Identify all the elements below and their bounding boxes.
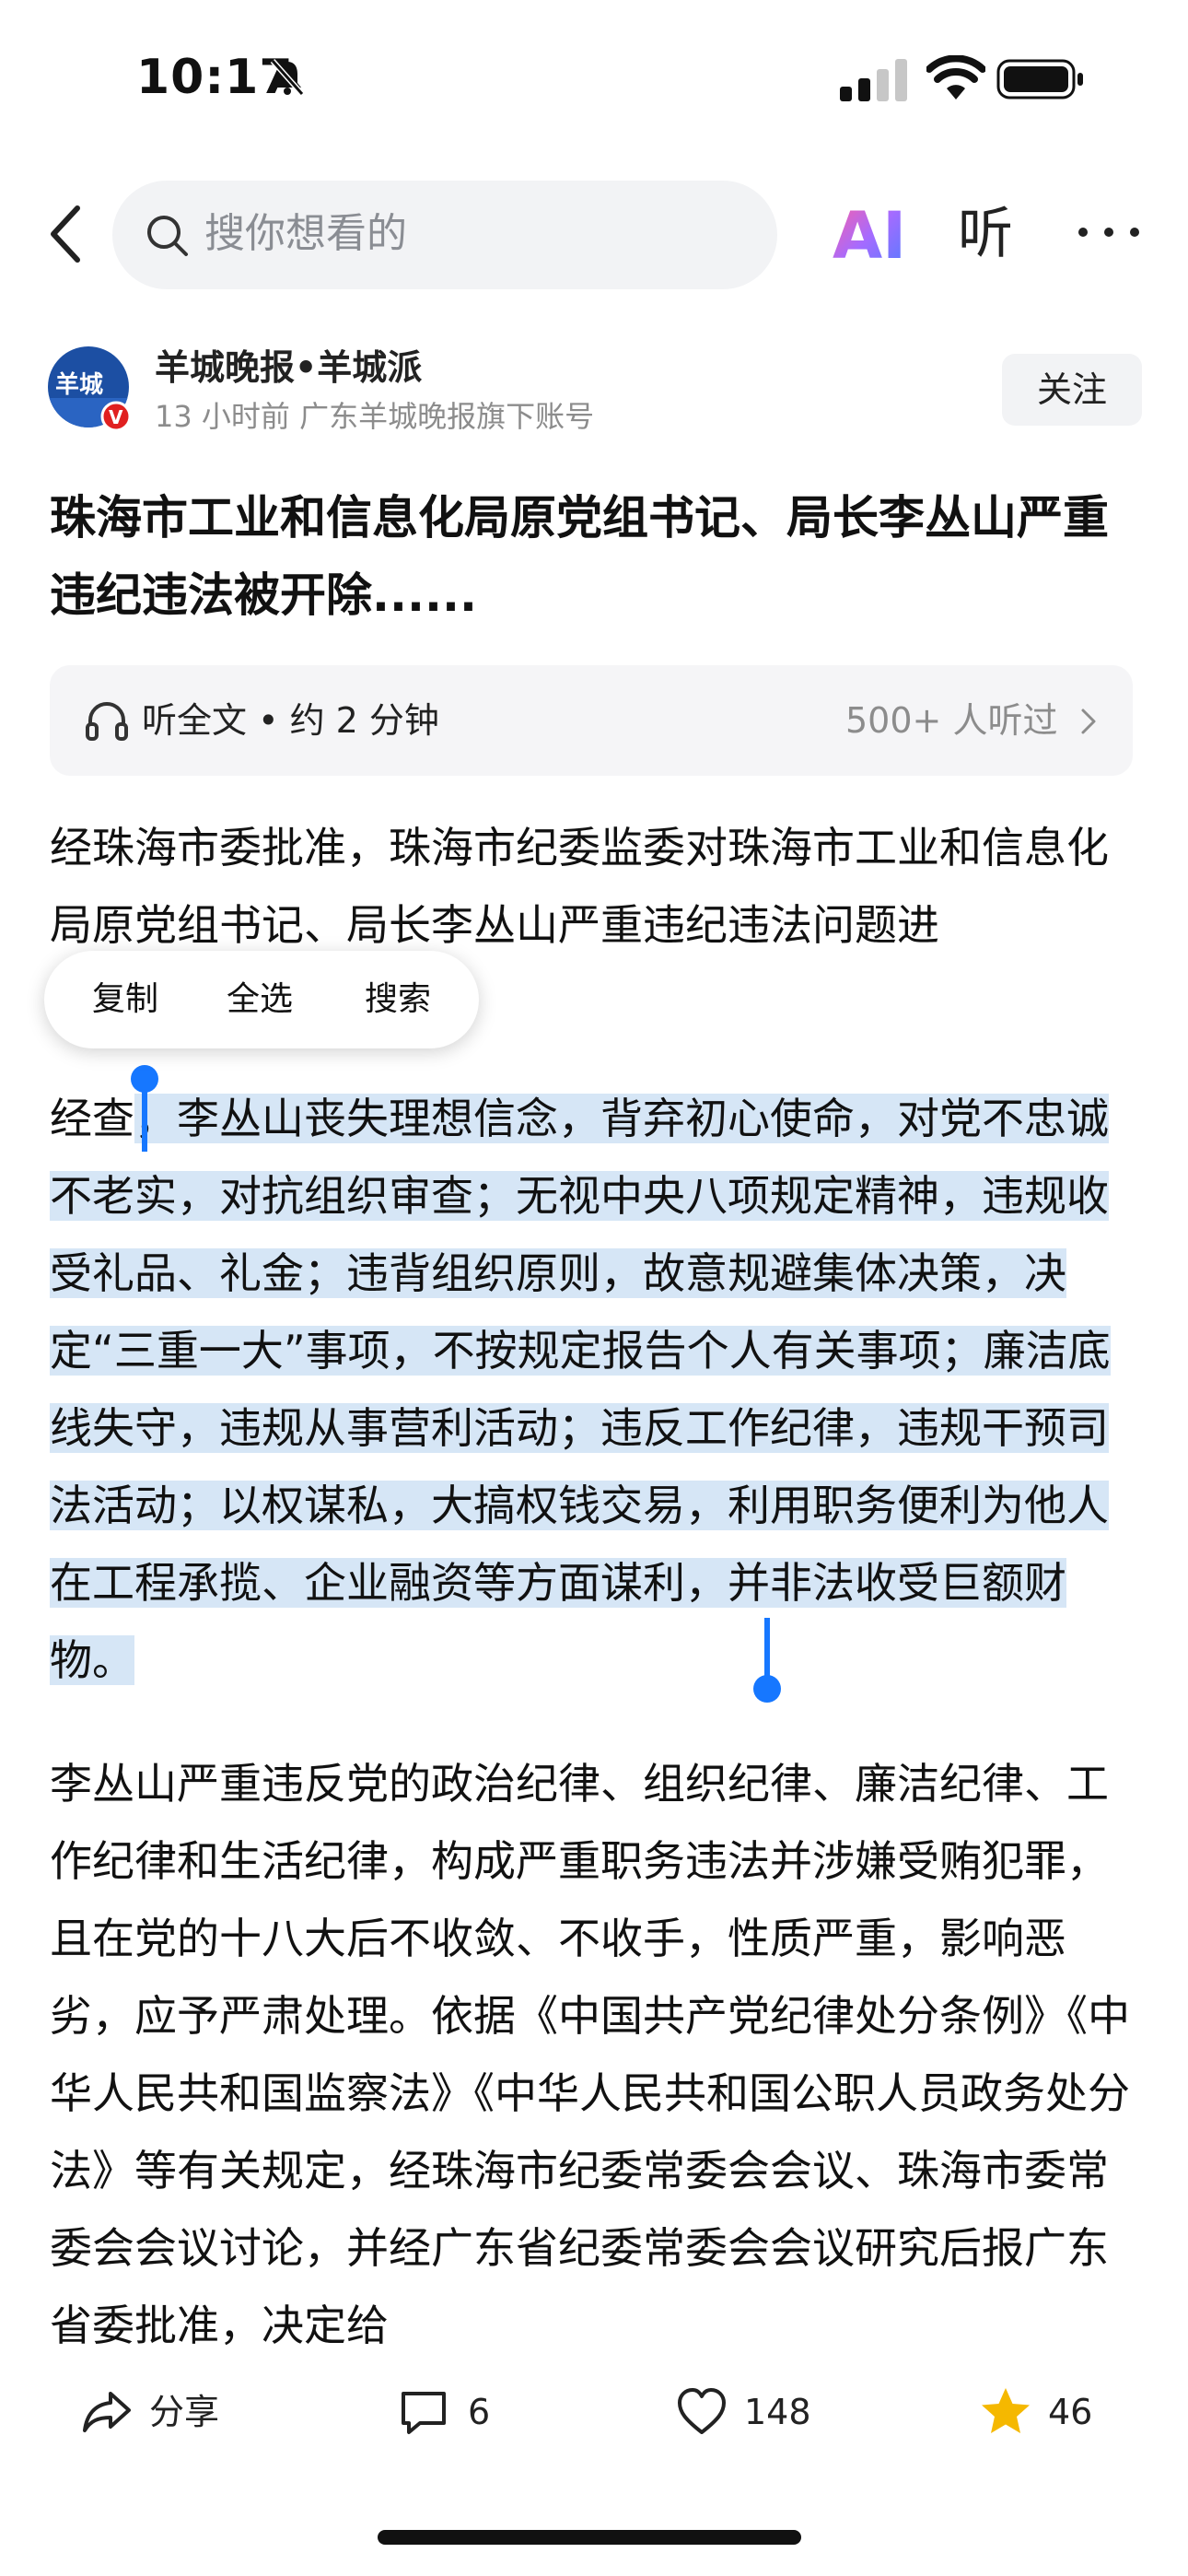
selection-start-caret	[142, 1087, 147, 1152]
wifi-icon	[926, 55, 985, 100]
paragraph-2-text: 经查，李丛山丧失理想信念，背弃初心使命，对党不忠诚不老实，对抗组织审查；无视中央…	[50, 1080, 1136, 1699]
selection-context-menu: 复制 全选 搜索	[44, 951, 479, 1048]
author-name[interactable]: 羊城晚报•羊城派	[155, 345, 422, 391]
search-icon	[147, 216, 188, 256]
more-dots-icon[interactable]	[1074, 221, 1144, 243]
share-label[interactable]: 分享	[149, 2383, 219, 2441]
author-meta: 13 小时前 广东羊城晚报旗下账号	[155, 399, 595, 434]
favorite-count[interactable]: 46	[1048, 2383, 1092, 2441]
ai-logo-label: AI	[833, 201, 906, 267]
listen-label: 听全文 • 约 2 分钟	[142, 700, 439, 741]
author-avatar[interactable]: 羊城 V	[46, 345, 134, 433]
like-count[interactable]: 148	[744, 2383, 811, 2441]
back-arrow-icon[interactable]	[39, 197, 94, 271]
selection-end-handle[interactable]	[753, 1675, 781, 1703]
paragraph-2-prefix: 经查	[50, 1094, 134, 1143]
selection-end-caret	[764, 1618, 770, 1680]
cellular-signal-icon	[840, 59, 907, 101]
paragraph-1: 经珠海市委批准，珠海市纪委监委对珠海市工业和信息化局原党组书记、局长李丛山严重违…	[50, 823, 1109, 950]
paragraph-3: 李丛山严重违反党的政治纪律、组织纪律、廉洁纪律、工作纪律和生活纪律，构成严重职务…	[50, 1759, 1130, 2350]
listen-button[interactable]: 听	[958, 201, 1013, 267]
search-placeholder[interactable]: 搜你想看的	[204, 205, 407, 263]
favorite-star-icon[interactable]	[978, 2384, 1033, 2440]
like-heart-icon[interactable]	[674, 2384, 729, 2440]
headphone-icon	[86, 702, 128, 741]
comment-count[interactable]: 6	[468, 2383, 490, 2441]
bell-muted-icon	[270, 59, 305, 96]
comment-icon[interactable]	[396, 2384, 451, 2440]
paragraph-2: 经查，李丛山丧失理想信念，背弃初心使命，对党不忠诚不老实，对抗组织审查；无视中央…	[50, 1080, 1136, 1699]
chevron-right-icon	[1081, 708, 1096, 734]
avatar-logo-text: 羊城	[55, 370, 103, 399]
select-all-menu-item[interactable]: 全选	[227, 951, 293, 1048]
svg-text:V: V	[109, 406, 123, 428]
article-title: 珠海市工业和信息化局原党组书记、局长李丛山严重违纪违法被开除......	[50, 491, 1109, 622]
selected-text[interactable]: ，李丛山丧失理想信念，背弃初心使命，对党不忠诚不老实，对抗组织审查；无视中央八项…	[50, 1094, 1111, 1685]
search-menu-item[interactable]: 搜索	[365, 951, 431, 1048]
share-icon[interactable]	[79, 2384, 134, 2440]
battery-icon	[996, 59, 1083, 100]
copy-menu-item[interactable]: 复制	[92, 951, 158, 1048]
follow-button[interactable]: 关注	[1002, 354, 1142, 426]
home-indicator[interactable]	[378, 2530, 801, 2545]
listen-count: 500+ 人听过	[845, 700, 1058, 741]
ai-logo-icon[interactable]: AI	[833, 201, 912, 267]
